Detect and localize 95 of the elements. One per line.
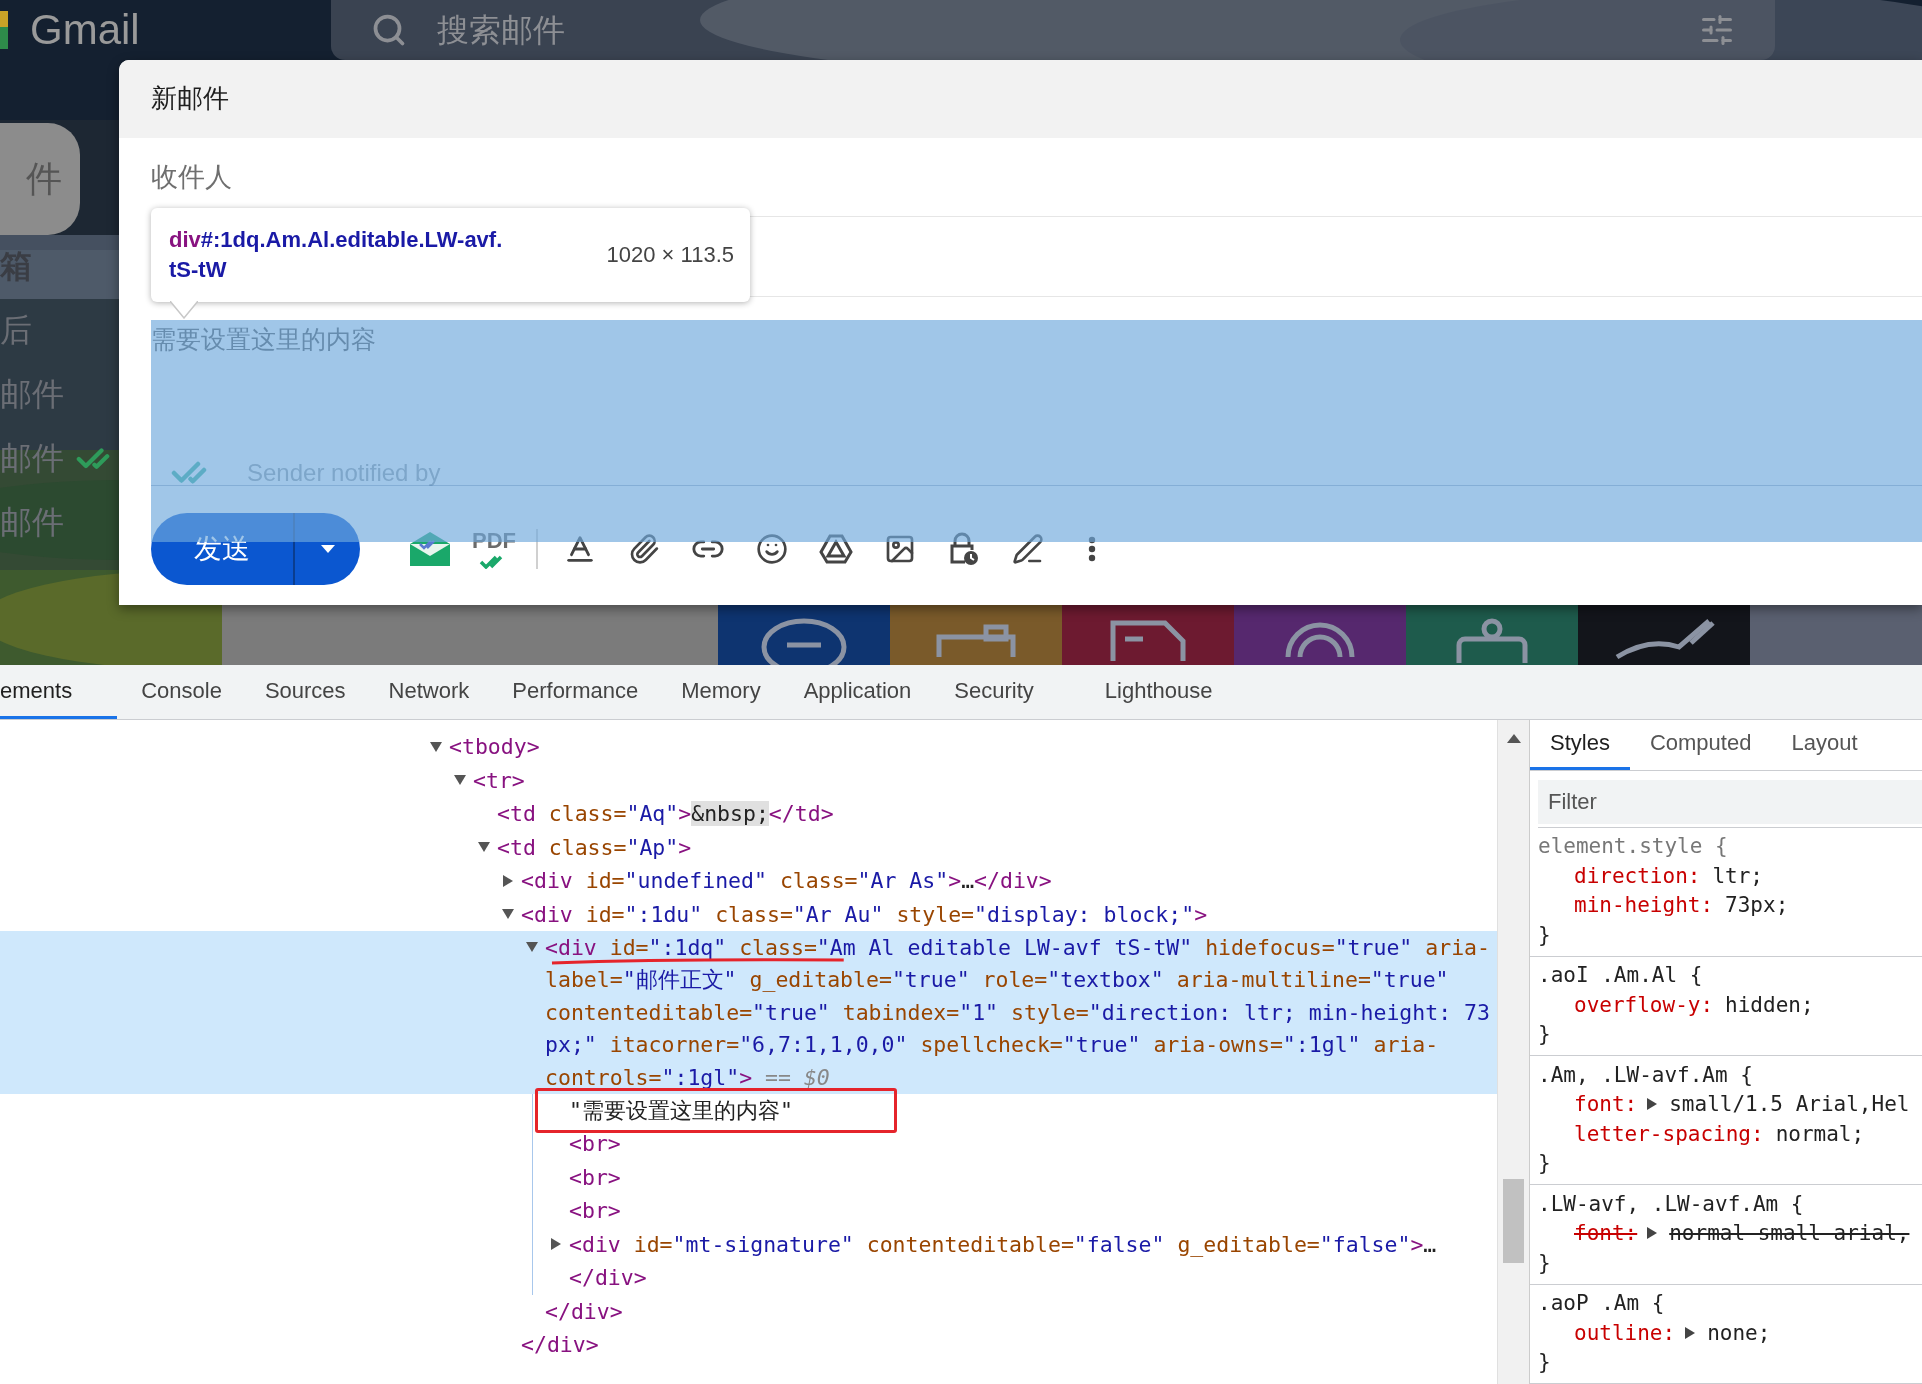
- right-triangle-icon[interactable]: [550, 1238, 562, 1251]
- code-line[interactable]: contenteditable="true" tabindex="1" style="direction: ltr; min-height: 73: [545, 999, 1490, 1025]
- down-triangle-icon[interactable]: [526, 941, 538, 954]
- code-line[interactable]: <div id=":1du" class="Ar Au" style="display: block;">: [521, 901, 1208, 927]
- chat-bubble-icon: [759, 617, 849, 665]
- logo-icon: [0, 11, 8, 49]
- search-bar[interactable]: 搜索邮件: [331, 0, 1775, 60]
- code-line[interactable]: </div>: [521, 1332, 599, 1358]
- theme-tile[interactable]: [1062, 605, 1234, 665]
- closing-brace: }: [1538, 1151, 1551, 1176]
- devtools-tab[interactable]: Security: [930, 665, 1053, 719]
- code-line[interactable]: px;" itacorner="6,7:1,1,0,0" spellcheck="true" aria-owns=":1gl" aria-: [545, 1032, 1439, 1058]
- code-line[interactable]: "需要设置这里的内容": [569, 1095, 793, 1125]
- theme-tile[interactable]: [1406, 605, 1578, 665]
- css-value[interactable]: normal small arial,: [1669, 1221, 1910, 1246]
- css-property[interactable]: direction:: [1574, 863, 1701, 888]
- css-value[interactable]: 73px;: [1725, 893, 1789, 918]
- devtools-tab[interactable]: Sources: [240, 665, 365, 719]
- css-value[interactable]: small/1.5 Arial,Hel: [1669, 1092, 1910, 1117]
- theme-tile[interactable]: [1234, 605, 1406, 665]
- code-line[interactable]: <div id="undefined" class="Ar As">…</div>: [521, 868, 1052, 894]
- right-triangle-icon[interactable]: [502, 874, 514, 887]
- down-triangle-icon[interactable]: [502, 908, 514, 921]
- code-line[interactable]: <tr>: [473, 767, 525, 793]
- css-selector[interactable]: element.style {: [1538, 834, 1728, 859]
- devtools-tab[interactable]: Console: [117, 665, 241, 719]
- gmail-logo: Gmail: [30, 6, 140, 54]
- css-value[interactable]: ltr;: [1712, 863, 1763, 888]
- css-selector[interactable]: .Am, .LW-avf.Am {: [1538, 1062, 1753, 1087]
- devtools-tab[interactable]: Performance: [488, 665, 658, 719]
- filter-field[interactable]: Filter: [1538, 779, 1922, 824]
- code-line[interactable]: controls=":1gl"> == $0: [545, 1064, 830, 1090]
- lock-clock-icon: [949, 532, 979, 567]
- css-value[interactable]: none;: [1707, 1320, 1771, 1345]
- theme-tile[interactable]: [1578, 605, 1750, 665]
- scroll-up-icon[interactable]: [1506, 734, 1521, 743]
- css-property[interactable]: font:: [1574, 1221, 1638, 1246]
- code-line[interactable]: <br>: [569, 1198, 621, 1224]
- right-triangle-icon[interactable]: [1647, 1098, 1658, 1111]
- down-triangle-icon[interactable]: [454, 774, 466, 787]
- styles-tab[interactable]: Styles: [1530, 720, 1630, 770]
- code-line[interactable]: <br>: [569, 1164, 621, 1190]
- drive-icon: [819, 534, 853, 565]
- css-property[interactable]: min-height:: [1574, 893, 1714, 918]
- code-line[interactable]: </div>: [545, 1298, 623, 1324]
- devtools-tab[interactable]: ements: [0, 665, 118, 719]
- css-value[interactable]: hidden;: [1725, 992, 1814, 1017]
- code-line[interactable]: label="邮件正文" g_editable="true" role="textbox" aria-multiline="true": [545, 965, 1449, 995]
- pen-icon: [1012, 533, 1044, 566]
- styles-tab[interactable]: Layout: [1771, 720, 1878, 770]
- code-line[interactable]: <div id="mt-signature" contenteditable="false" g_editable="false">…: [569, 1231, 1437, 1257]
- css-property[interactable]: outline:: [1574, 1320, 1676, 1345]
- devtools-tab[interactable]: Application: [779, 665, 931, 719]
- theme-tile[interactable]: [1750, 605, 1922, 665]
- more-icon: [1088, 536, 1096, 563]
- devtools-tab[interactable]: Network: [364, 665, 489, 719]
- right-triangle-icon[interactable]: [1647, 1227, 1658, 1240]
- right-triangle-icon[interactable]: [1685, 1326, 1696, 1339]
- compose-title: 新邮件: [151, 82, 229, 116]
- closing-brace: }: [1538, 922, 1551, 947]
- search-field[interactable]: 搜索邮件: [435, 10, 1671, 50]
- devtools-tab[interactable]: Memory: [657, 665, 780, 719]
- scrollbar-thumb[interactable]: [1503, 1179, 1524, 1263]
- down-triangle-icon[interactable]: [478, 841, 490, 854]
- code-line[interactable]: </div>: [569, 1265, 647, 1291]
- code-line[interactable]: <tbody>: [449, 734, 540, 760]
- code-line[interactable]: <td class="Ap">: [497, 834, 692, 860]
- css-value[interactable]: normal;: [1775, 1121, 1865, 1146]
- element-size: 1020 × 113.5: [606, 242, 734, 268]
- css-property[interactable]: letter-spacing:: [1574, 1121, 1764, 1146]
- element-selector: div#:1dq.Am.Al.editable.LW-avf. tS-tW: [169, 226, 503, 284]
- smiley-icon: [756, 533, 788, 566]
- code-line[interactable]: <br>: [569, 1131, 621, 1157]
- devtools-tab[interactable]: Lighthouse: [1080, 665, 1232, 719]
- closing-brace: }: [1538, 1250, 1551, 1275]
- theme-tile[interactable]: [718, 605, 890, 665]
- css-selector[interactable]: .aoP .Am {: [1538, 1291, 1665, 1316]
- styles-tab[interactable]: Computed: [1629, 720, 1772, 770]
- theme-tile[interactable]: [890, 605, 1062, 665]
- closing-brace: }: [1538, 1350, 1551, 1375]
- send-options-button[interactable]: [295, 513, 360, 586]
- caret-icon: [320, 545, 335, 554]
- recipients-label[interactable]: 收件人: [151, 159, 232, 196]
- code-line[interactable]: <td class="Aq">&nbsp;</td>: [497, 801, 834, 827]
- css-property[interactable]: overflow-y:: [1574, 992, 1714, 1017]
- envelope-check-icon: [407, 530, 453, 569]
- closing-brace: }: [1538, 1022, 1551, 1047]
- search-icon[interactable]: [371, 12, 407, 48]
- send-button[interactable]: 发送: [151, 513, 295, 586]
- down-triangle-icon[interactable]: [430, 740, 442, 753]
- css-selector[interactable]: .aoI .Am.Al {: [1538, 963, 1703, 988]
- css-property[interactable]: font:: [1574, 1092, 1638, 1117]
- css-selector[interactable]: .LW-avf, .LW-avf.Am {: [1538, 1191, 1804, 1216]
- paperclip-icon: [628, 533, 660, 566]
- code-line[interactable]: <div id=":1dq" class="Am Al editable LW-avf tS-tW" hidefocus="true" aria-: [545, 934, 1490, 960]
